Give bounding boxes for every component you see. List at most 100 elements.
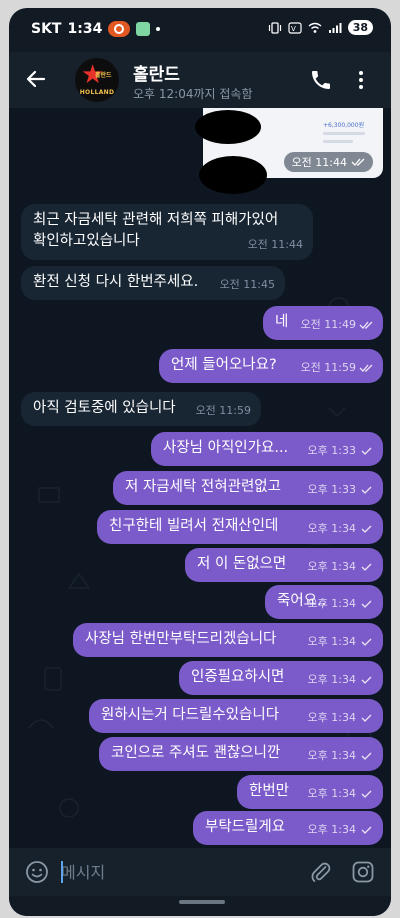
notification-app2-icon bbox=[136, 22, 151, 36]
single-check-icon bbox=[361, 790, 372, 798]
image-timestamp: 오전 11:44 bbox=[283, 152, 373, 172]
message-time: 오후 1:34 bbox=[307, 787, 356, 800]
notification-dot-icon bbox=[156, 27, 161, 31]
avatar-logo-text: HOLLAND bbox=[79, 89, 115, 96]
more-vertical-icon[interactable] bbox=[349, 68, 373, 92]
message-time: 오후 1:33 bbox=[307, 444, 356, 457]
message-meta: 오후 1:34 bbox=[308, 593, 373, 614]
image-time-text: 오전 11:44 bbox=[291, 156, 347, 169]
paperclip-icon[interactable] bbox=[309, 860, 333, 884]
back-arrow-icon[interactable] bbox=[23, 66, 49, 92]
single-check-icon bbox=[361, 525, 372, 533]
double-check-icon bbox=[359, 364, 373, 372]
outgoing-message[interactable]: 부탁드릴게요 오후 1:34 bbox=[193, 811, 383, 845]
outgoing-message[interactable]: 사장님 아직인가요... 오후 1:33 bbox=[151, 432, 383, 466]
outgoing-message[interactable]: 저 이 돈없으면 오후 1:34 bbox=[185, 548, 383, 582]
image-text-line bbox=[323, 140, 353, 143]
single-check-icon bbox=[361, 563, 372, 571]
status-time: 1:34 bbox=[67, 21, 103, 37]
outgoing-message[interactable]: 원하시는거 다드릴수있습니다 오후 1:34 bbox=[89, 699, 383, 733]
instagram-camera-icon[interactable] bbox=[351, 860, 375, 884]
message-time: 오후 1:34 bbox=[307, 597, 356, 610]
message-meta: 오후 1:34 bbox=[308, 819, 373, 840]
outgoing-message[interactable]: 죽어요.. 오후 1:34 bbox=[265, 585, 383, 619]
incoming-message[interactable]: 환전 신청 다시 한번주세요. 오전 11:45 bbox=[21, 266, 285, 300]
outgoing-message[interactable]: 친구한테 빌려서 전재산인데 오후 1:34 bbox=[97, 510, 383, 544]
message-input[interactable] bbox=[61, 856, 291, 888]
phone-screen: SKT 1:34 V 38 ★ 홀란드 HOLLAND 홀란드 오후 12:04… bbox=[9, 8, 391, 916]
message-meta: 오전 11:49 bbox=[301, 314, 373, 335]
outgoing-message[interactable]: 네 오전 11:49 bbox=[263, 306, 383, 340]
incoming-message[interactable]: 아직 검토중에 있습니다 오전 11:59 bbox=[21, 392, 261, 426]
message-meta: 오후 1:34 bbox=[308, 745, 373, 766]
message-meta: 오전 11:45 bbox=[220, 274, 275, 295]
message-meta: 오후 1:34 bbox=[308, 669, 373, 690]
message-time: 오후 1:33 bbox=[307, 483, 356, 496]
double-check-icon bbox=[351, 158, 365, 166]
message-meta: 오전 11:59 bbox=[196, 400, 251, 421]
volte-icon: V bbox=[288, 21, 302, 34]
incoming-message[interactable]: 최근 자금세탁 관련해 저희쪽 피해가있어 확인하고있습니다 오전 11:44 bbox=[21, 204, 313, 260]
chat-title[interactable]: 홀란드 bbox=[133, 60, 180, 85]
single-check-icon bbox=[361, 676, 372, 684]
home-indicator[interactable] bbox=[179, 900, 225, 904]
chat-header: ★ 홀란드 HOLLAND 홀란드 오후 12:04까지 접속함 bbox=[9, 52, 391, 108]
message-meta: 오후 1:33 bbox=[308, 479, 373, 500]
svg-text:V: V bbox=[291, 25, 296, 33]
avatar[interactable]: ★ 홀란드 HOLLAND bbox=[75, 58, 119, 102]
last-seen-status: 오후 12:04까지 접속함 bbox=[133, 87, 253, 101]
text-caret bbox=[61, 861, 63, 883]
single-check-icon bbox=[361, 600, 372, 608]
message-time: 오전 11:59 bbox=[300, 361, 356, 374]
image-text-line bbox=[323, 132, 365, 135]
outgoing-message[interactable]: 인증필요하시면 오후 1:34 bbox=[179, 661, 383, 695]
message-meta: 오후 1:34 bbox=[308, 556, 373, 577]
notification-app-icon bbox=[108, 21, 131, 37]
message-meta: 오전 11:44 bbox=[248, 234, 303, 255]
single-check-icon bbox=[361, 486, 372, 494]
composer-bar bbox=[9, 848, 391, 896]
wifi-icon bbox=[308, 22, 322, 33]
message-time: 오전 11:45 bbox=[219, 278, 275, 291]
message-meta: 오후 1:34 bbox=[308, 783, 373, 804]
battery-indicator: 38 bbox=[347, 20, 373, 35]
message-meta: 오후 1:34 bbox=[308, 518, 373, 539]
message-meta: 오후 1:34 bbox=[308, 631, 373, 652]
status-bar: SKT 1:34 V 38 bbox=[9, 8, 391, 48]
message-time: 오전 11:44 bbox=[247, 238, 303, 251]
message-time: 오후 1:34 bbox=[307, 560, 356, 573]
message-time: 오후 1:34 bbox=[307, 711, 356, 724]
single-check-icon bbox=[361, 447, 372, 455]
single-check-icon bbox=[361, 714, 372, 722]
message-time: 오전 11:59 bbox=[195, 404, 251, 417]
message-time: 오후 1:34 bbox=[307, 522, 356, 535]
redacted-blob bbox=[199, 156, 267, 194]
single-check-icon bbox=[361, 826, 372, 834]
message-meta: 오후 1:34 bbox=[308, 707, 373, 728]
outgoing-message[interactable]: 한번만 오후 1:34 bbox=[237, 775, 383, 809]
system-nav-bar bbox=[9, 896, 391, 916]
single-check-icon bbox=[361, 752, 372, 760]
outgoing-message[interactable]: 사장님 한번만부탁드리겠습니다 오후 1:34 bbox=[73, 623, 383, 657]
single-check-icon bbox=[361, 638, 372, 646]
message-time: 오후 1:34 bbox=[307, 673, 356, 686]
avatar-logo-small: 홀란드 bbox=[95, 72, 112, 79]
message-meta: 오전 11:59 bbox=[301, 357, 373, 378]
vibrate-icon bbox=[268, 21, 281, 34]
outgoing-message[interactable]: 저 자금세탁 전혀관련없고 오후 1:33 bbox=[113, 471, 383, 505]
message-meta: 오후 1:33 bbox=[308, 440, 373, 461]
message-time: 오전 11:49 bbox=[300, 318, 356, 331]
message-time: 오후 1:34 bbox=[307, 823, 356, 836]
emoji-icon[interactable] bbox=[25, 860, 49, 884]
outgoing-message[interactable]: 코인으로 주셔도 괜찮으니깐 오후 1:34 bbox=[99, 737, 383, 771]
message-list[interactable]: +6,300,000원 오전 11:44 최근 자금세탁 관련해 저희쪽 피해가… bbox=[9, 108, 391, 848]
message-time: 오후 1:34 bbox=[307, 635, 356, 648]
phone-icon[interactable] bbox=[309, 68, 333, 92]
message-time: 오후 1:34 bbox=[307, 749, 356, 762]
double-check-icon bbox=[359, 321, 373, 329]
image-amount-text: +6,300,000원 bbox=[323, 122, 365, 129]
outgoing-message[interactable]: 언제 들어오나요? 오전 11:59 bbox=[159, 349, 383, 383]
redacted-blob bbox=[195, 110, 261, 144]
carrier-label: SKT bbox=[31, 21, 62, 37]
signal-icon bbox=[328, 22, 342, 33]
